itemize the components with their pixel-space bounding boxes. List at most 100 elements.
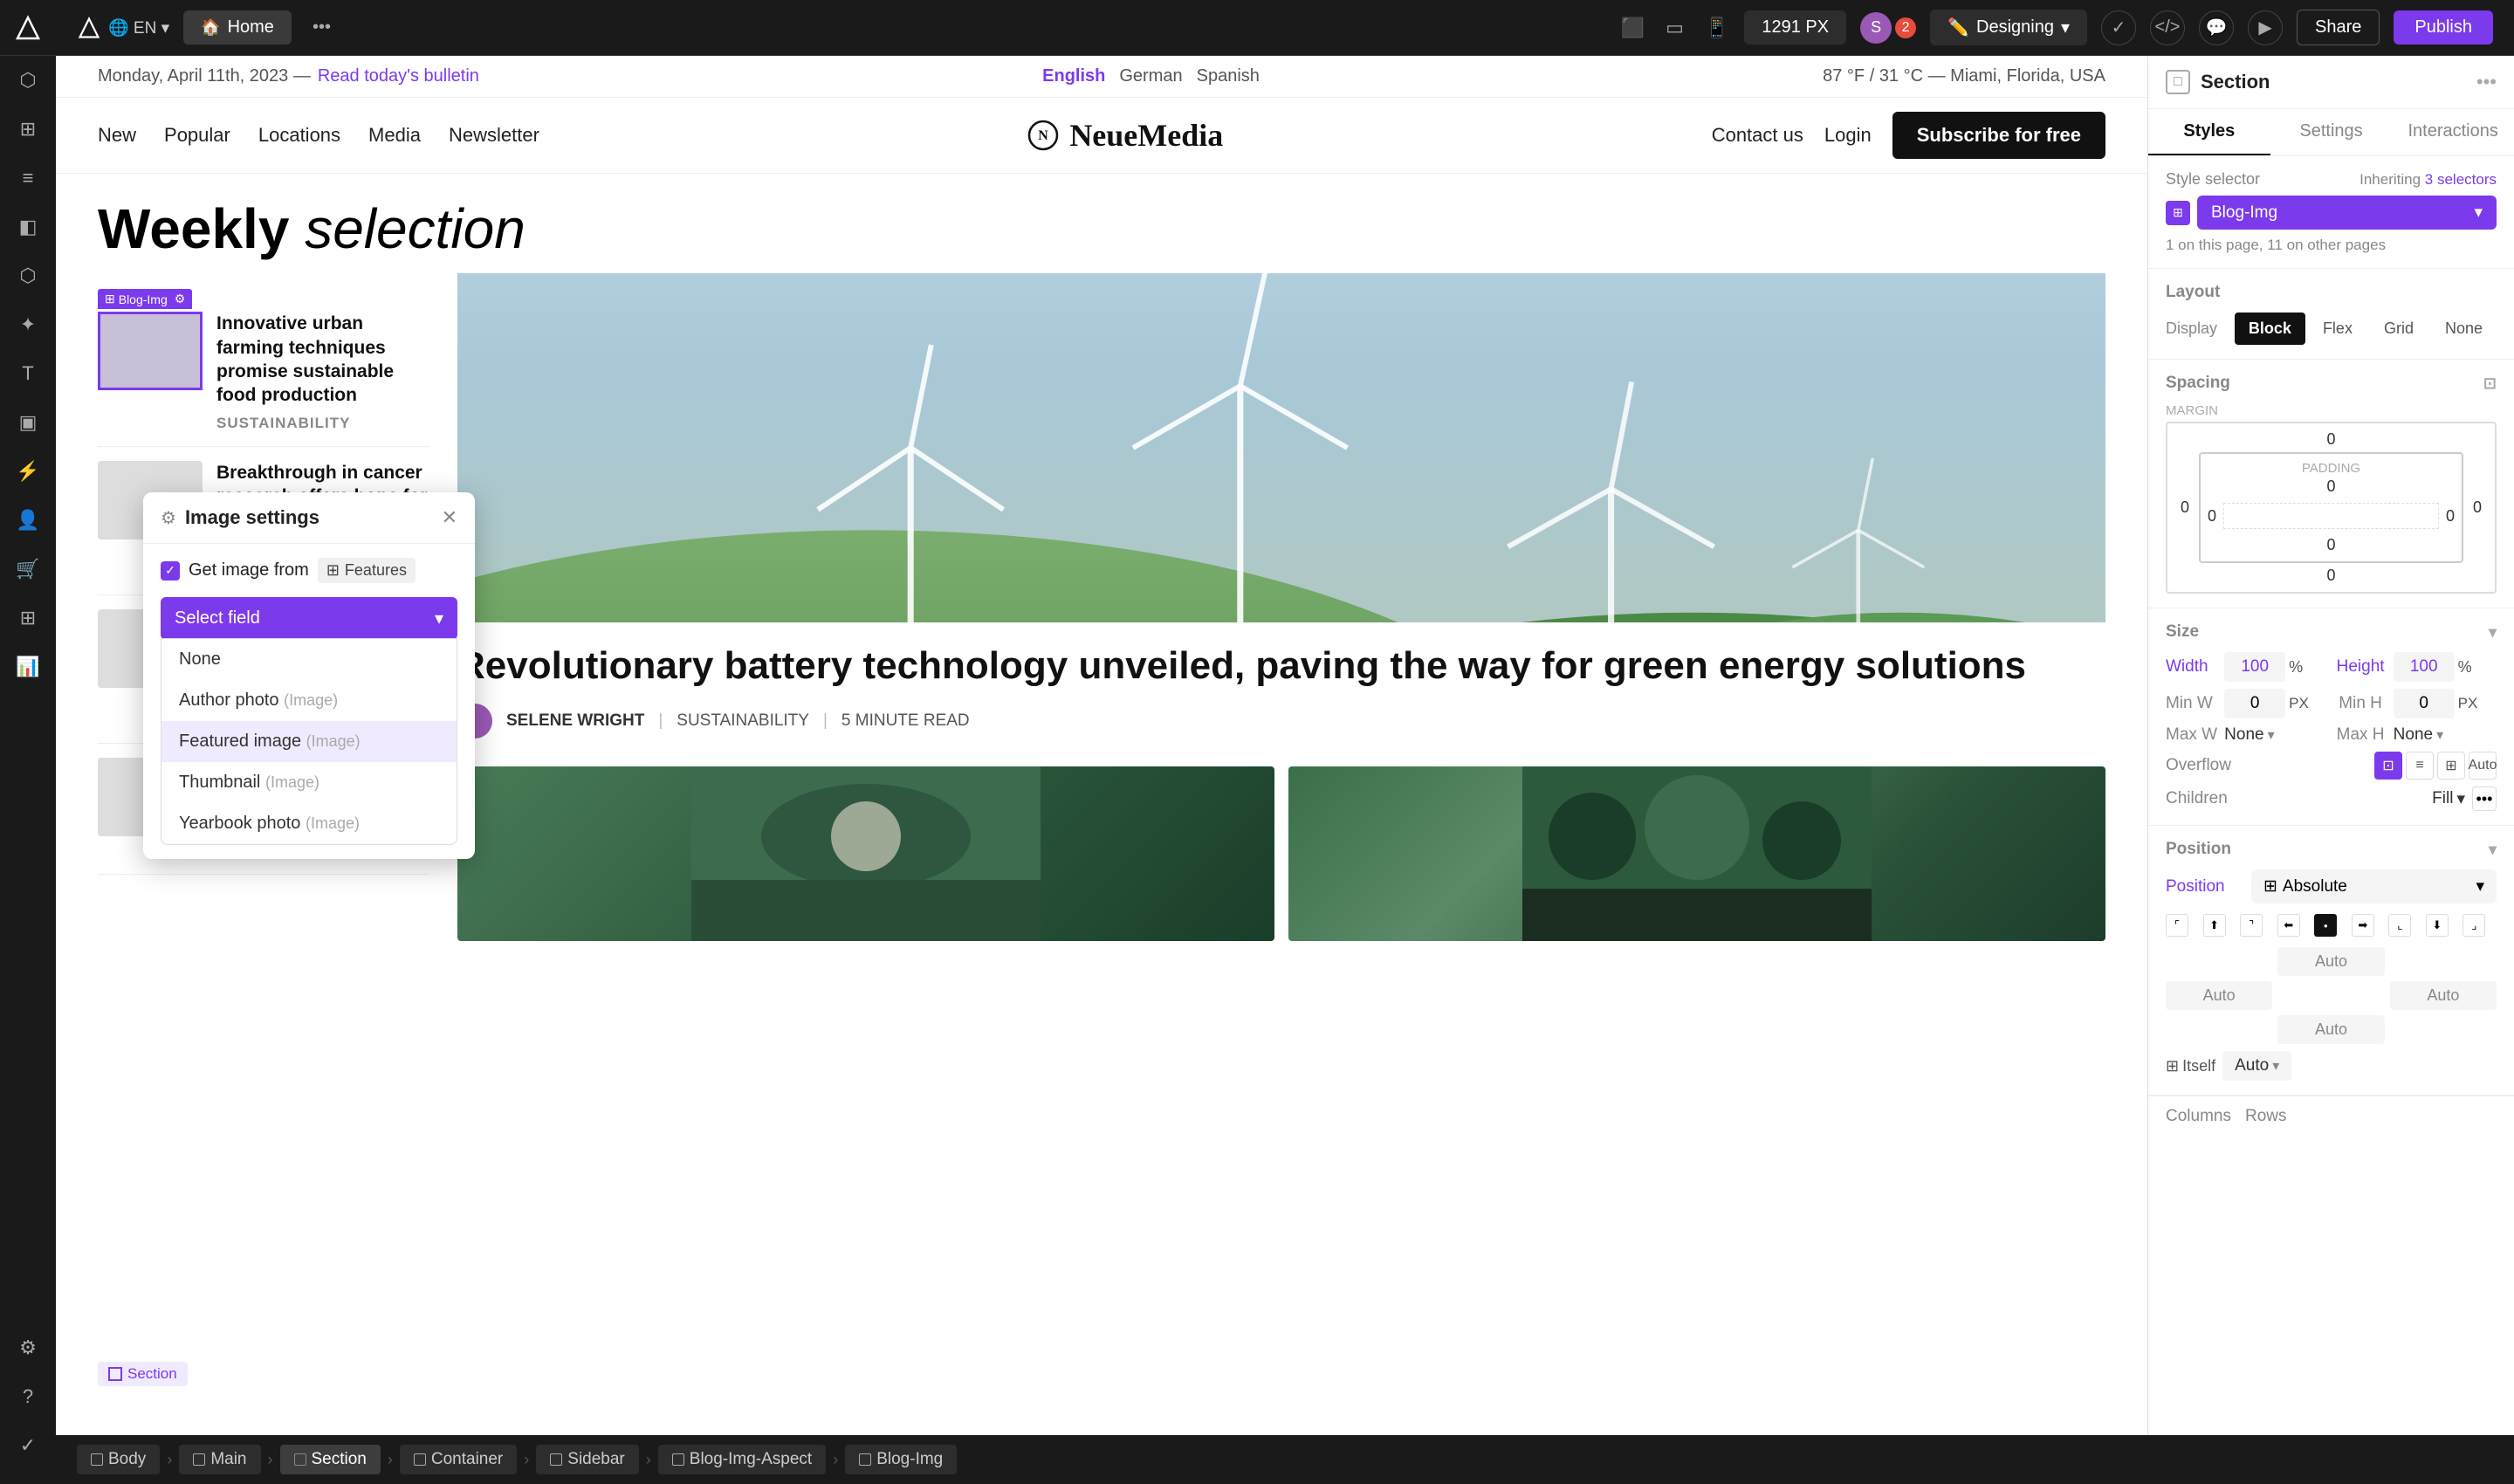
overflow-auto-icon[interactable]: Auto xyxy=(2469,752,2497,780)
margin-top-val[interactable]: 0 xyxy=(2174,430,2488,449)
nav-login[interactable]: Login xyxy=(1824,124,1872,147)
tool-chart[interactable]: 📊 xyxy=(0,642,56,691)
tool-interaction[interactable]: ⚡ xyxy=(0,447,56,496)
panel-more-btn[interactable]: ••• xyxy=(2476,71,2497,93)
padding-top-val[interactable]: 0 xyxy=(2208,477,2455,496)
margin-bottom-val[interactable]: 0 xyxy=(2174,567,2488,585)
display-none[interactable]: None xyxy=(2431,313,2497,345)
spacing-collapse[interactable]: ⊡ xyxy=(2483,374,2497,393)
display-grid[interactable]: Grid xyxy=(2370,313,2428,345)
min-w-input[interactable] xyxy=(2224,689,2285,718)
blog-img-selector[interactable]: Blog-Img ▾ xyxy=(2197,196,2497,230)
breadcrumb-blog-img[interactable]: Blog-Img xyxy=(845,1445,957,1474)
tab-interactions[interactable]: Interactions xyxy=(2392,109,2514,155)
subscribe-button[interactable]: Subscribe for free xyxy=(1892,112,2105,159)
mode-selector[interactable]: ✏️ Designing ▾ xyxy=(1930,10,2087,45)
padding-right-val[interactable]: 0 xyxy=(2446,507,2455,526)
mobile-view-btn[interactable]: 📱 xyxy=(1700,11,1734,45)
pos-top-auto[interactable]: Auto xyxy=(2277,947,2384,976)
min-h-input[interactable] xyxy=(2394,689,2455,718)
nav-locations[interactable]: Locations xyxy=(258,124,340,147)
tabs-more-btn[interactable]: ••• xyxy=(306,14,338,41)
field-select-dropdown[interactable]: Select field ▾ xyxy=(161,597,457,640)
tab-home[interactable]: 🏠 Home xyxy=(183,10,292,45)
tool-pointer[interactable]: ⬡ xyxy=(0,56,56,105)
nav-new[interactable]: New xyxy=(98,124,136,147)
tool-settings[interactable]: ⚙ xyxy=(0,1323,56,1372)
position-type-select[interactable]: ⊞ Absolute ▾ xyxy=(2251,869,2497,903)
tool-check[interactable]: ✓ xyxy=(0,1421,56,1470)
tool-components[interactable]: ◧ xyxy=(0,203,56,251)
viewport-size[interactable]: 1291 PX xyxy=(1744,10,1846,45)
read-bulletin-link[interactable]: Read today's bulletin xyxy=(318,66,479,86)
dropdown-item-thumbnail[interactable]: Thumbnail (Image) xyxy=(161,762,457,803)
tab-styles[interactable]: Styles xyxy=(2148,109,2270,155)
breadcrumb-sidebar[interactable]: Sidebar xyxy=(536,1445,639,1474)
blog-img-settings-icon[interactable]: ⚙ xyxy=(175,292,186,306)
pos-right-auto[interactable]: Auto xyxy=(2390,981,2497,1010)
size-collapse[interactable]: ▾ xyxy=(2489,623,2497,642)
pos-left-auto[interactable]: Auto xyxy=(2166,981,2272,1010)
popup-close-button[interactable]: ✕ xyxy=(442,506,457,529)
lang-spanish[interactable]: Spanish xyxy=(1197,66,1260,86)
code-btn[interactable]: </> xyxy=(2150,10,2185,45)
tool-cart[interactable]: 🛒 xyxy=(0,545,56,594)
tool-help[interactable]: ? xyxy=(0,1372,56,1421)
checkmark-btn[interactable]: ✓ xyxy=(2101,10,2136,45)
dropdown-item-yearbook[interactable]: Yearbook photo (Image) xyxy=(161,803,457,844)
children-more-btn[interactable]: ••• xyxy=(2472,787,2497,811)
article-thumb-1[interactable] xyxy=(98,312,203,390)
nav-popular[interactable]: Popular xyxy=(164,124,230,147)
lang-english[interactable]: English xyxy=(1042,66,1105,86)
pos-tr[interactable]: ⌝ xyxy=(2240,914,2263,937)
comment-btn[interactable]: 💬 xyxy=(2199,10,2234,45)
dropdown-item-featured[interactable]: Featured image (Image) xyxy=(161,721,457,762)
pos-mc[interactable]: • xyxy=(2314,914,2337,937)
itself-value-select[interactable]: Auto ▾ xyxy=(2222,1051,2291,1081)
tool-media[interactable]: ▣ xyxy=(0,398,56,447)
width-input[interactable] xyxy=(2224,652,2285,682)
publish-button[interactable]: Publish xyxy=(2394,10,2493,45)
features-badge[interactable]: ⊞ Features xyxy=(318,558,416,583)
tool-people[interactable]: 👤 xyxy=(0,496,56,545)
breadcrumb-blog-img-aspect[interactable]: Blog-Img-Aspect xyxy=(658,1445,826,1474)
overflow-clip-icon[interactable]: ⊡ xyxy=(2374,752,2402,780)
padding-left-val[interactable]: 0 xyxy=(2208,507,2216,526)
lang-label[interactable]: 🌐 EN ▾ xyxy=(108,17,169,38)
tool-paint[interactable]: ✦ xyxy=(0,300,56,349)
tablet-view-btn[interactable]: ▭ xyxy=(1660,11,1689,45)
pos-bm[interactable]: ⬇ xyxy=(2426,914,2449,937)
breadcrumb-container[interactable]: Container xyxy=(400,1445,517,1474)
tab-settings[interactable]: Settings xyxy=(2270,109,2393,155)
preview-btn[interactable]: ▶ xyxy=(2248,10,2283,45)
position-collapse[interactable]: ▾ xyxy=(2489,841,2497,859)
overflow-scroll-icon[interactable]: ≡ xyxy=(2406,752,2434,780)
share-button[interactable]: Share xyxy=(2297,10,2380,45)
breadcrumb-main[interactable]: Main xyxy=(179,1445,260,1474)
nav-contact[interactable]: Contact us xyxy=(1712,124,1803,147)
tool-assets[interactable]: ⬡ xyxy=(0,251,56,300)
margin-left-val[interactable]: 0 xyxy=(2174,498,2195,517)
dropdown-item-author[interactable]: Author photo (Image) xyxy=(161,680,457,721)
breadcrumb-body[interactable]: Body xyxy=(77,1445,160,1474)
nav-media[interactable]: Media xyxy=(368,124,421,147)
display-block[interactable]: Block xyxy=(2235,313,2305,345)
margin-right-val[interactable]: 0 xyxy=(2467,498,2488,517)
tool-layers[interactable]: ≡ xyxy=(0,154,56,203)
tool-apps[interactable]: ⊞ xyxy=(0,594,56,642)
breadcrumb-section[interactable]: Section xyxy=(280,1445,381,1474)
display-flex[interactable]: Flex xyxy=(2309,313,2366,345)
dropdown-item-none[interactable]: None xyxy=(161,639,457,680)
overflow-visible-icon[interactable]: ⊞ xyxy=(2437,752,2465,780)
pos-bl[interactable]: ⌞ xyxy=(2388,914,2411,937)
desktop-view-btn[interactable]: ⬛ xyxy=(1616,11,1650,45)
height-input[interactable] xyxy=(2394,652,2455,682)
pos-mr[interactable]: ➡ xyxy=(2352,914,2374,937)
pos-bottom-auto[interactable]: Auto xyxy=(2277,1015,2384,1044)
get-image-checkbox[interactable]: ✓ xyxy=(161,561,180,581)
nav-newsletter[interactable]: Newsletter xyxy=(449,124,539,147)
children-select[interactable]: Fill ▾ xyxy=(2432,789,2465,809)
tool-add[interactable]: ⊞ xyxy=(0,105,56,154)
lang-german[interactable]: German xyxy=(1119,66,1182,86)
tool-typography[interactable]: T xyxy=(0,349,56,398)
